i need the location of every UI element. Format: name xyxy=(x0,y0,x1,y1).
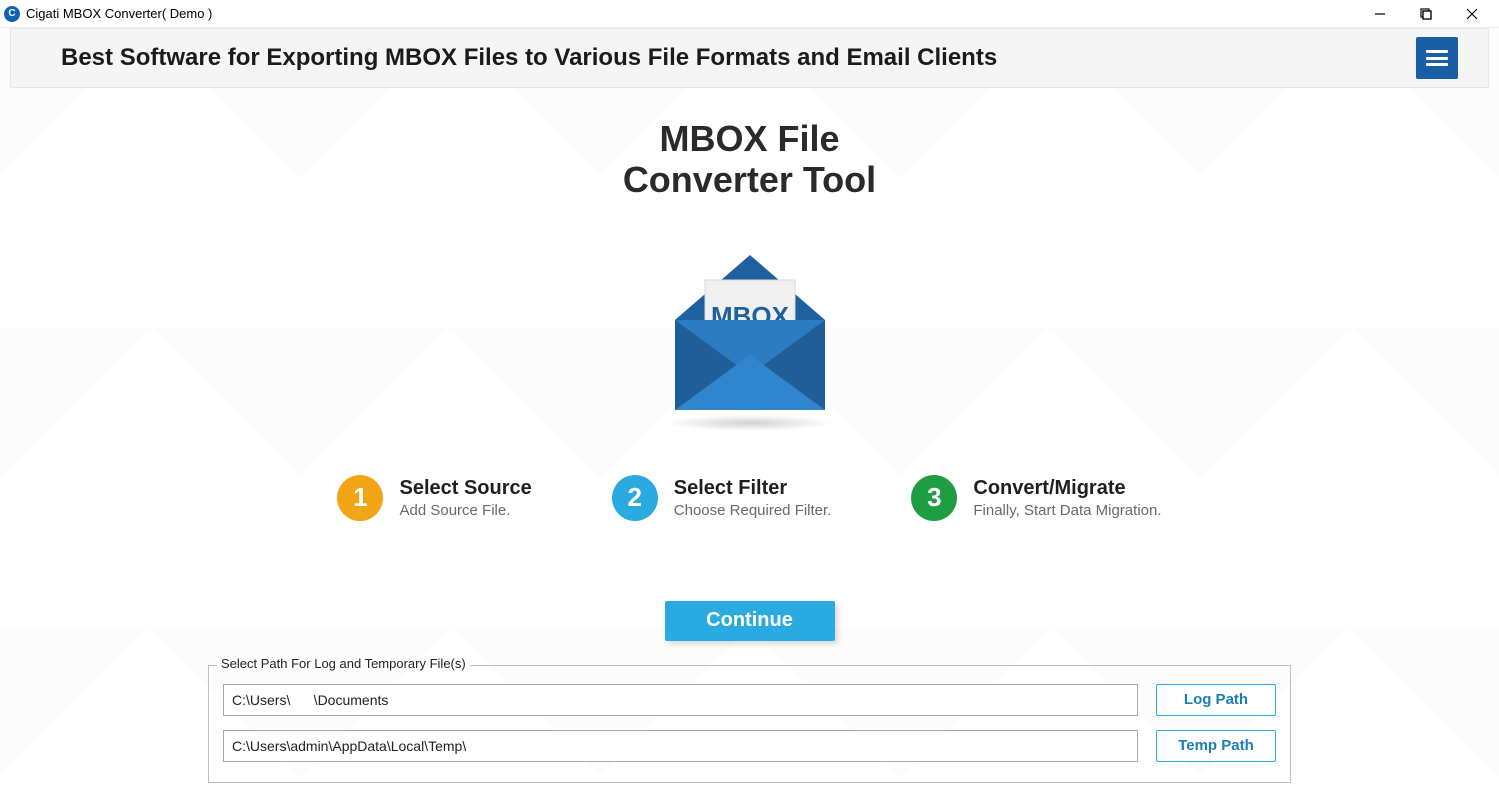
header-headline: Best Software for Exporting MBOX Files t… xyxy=(61,44,1416,72)
log-path-input[interactable] xyxy=(223,684,1138,716)
hero-title: MBOX File Converter Tool xyxy=(0,118,1499,201)
step-2-number: 2 xyxy=(612,475,658,521)
step-2-title: Select Filter xyxy=(674,477,832,500)
window-titlebar: C Cigati MBOX Converter( Demo ) xyxy=(0,0,1499,28)
main-content: MBOX File Converter Tool MBOX 1 Select S… xyxy=(0,88,1499,783)
envelope-shadow xyxy=(665,415,835,431)
step-3-number: 3 xyxy=(911,475,957,521)
hamburger-icon xyxy=(1426,50,1448,66)
temp-path-button[interactable]: Temp Path xyxy=(1156,730,1276,762)
window-title: Cigati MBOX Converter( Demo ) xyxy=(26,6,212,21)
step-3-sub: Finally, Start Data Migration. xyxy=(973,502,1161,519)
maximize-button[interactable] xyxy=(1403,0,1449,28)
step-1-sub: Add Source File. xyxy=(399,502,531,519)
step-2-sub: Choose Required Filter. xyxy=(674,502,832,519)
log-path-button[interactable]: Log Path xyxy=(1156,684,1276,716)
maximize-icon xyxy=(1420,8,1432,20)
steps-row: 1 Select Source Add Source File. 2 Selec… xyxy=(0,475,1499,521)
close-icon xyxy=(1466,8,1478,20)
temp-path-input[interactable] xyxy=(223,730,1138,762)
close-button[interactable] xyxy=(1449,0,1495,28)
step-1: 1 Select Source Add Source File. xyxy=(337,475,531,521)
app-icon: C xyxy=(4,6,20,22)
minimize-button[interactable] xyxy=(1357,0,1403,28)
mbox-envelope-icon: MBOX xyxy=(645,225,855,425)
minimize-icon xyxy=(1374,8,1386,20)
hero-title-line2: Converter Tool xyxy=(623,159,876,200)
continue-button[interactable]: Continue xyxy=(665,601,835,641)
step-1-number: 1 xyxy=(337,475,383,521)
temp-path-row: Temp Path xyxy=(223,730,1276,762)
step-3-title: Convert/Migrate xyxy=(973,477,1161,500)
step-3: 3 Convert/Migrate Finally, Start Data Mi… xyxy=(911,475,1161,521)
paths-legend: Select Path For Log and Temporary File(s… xyxy=(217,656,470,671)
step-2: 2 Select Filter Choose Required Filter. xyxy=(612,475,832,521)
paths-group: Select Path For Log and Temporary File(s… xyxy=(208,665,1291,783)
log-path-row: Log Path xyxy=(223,684,1276,716)
hero-title-line1: MBOX File xyxy=(659,118,839,159)
header-banner: Best Software for Exporting MBOX Files t… xyxy=(10,28,1489,88)
step-1-title: Select Source xyxy=(399,477,531,500)
menu-button[interactable] xyxy=(1416,37,1458,79)
